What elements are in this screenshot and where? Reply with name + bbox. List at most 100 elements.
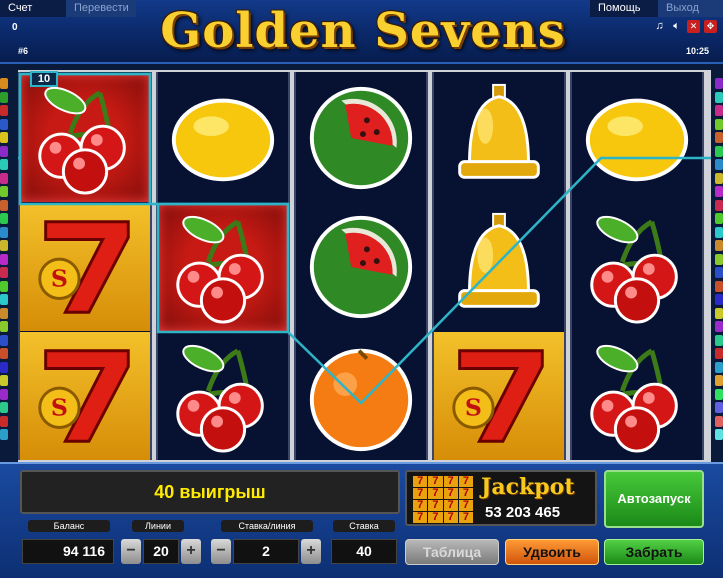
balance-label: Баланс [28, 520, 110, 532]
svg-text:S: S [465, 394, 482, 422]
line-marker [715, 199, 723, 211]
line-marker [0, 361, 8, 373]
lines-label: Линии [132, 520, 184, 532]
left-line-markers [0, 78, 8, 443]
symbol-lemon [158, 74, 288, 202]
line-marker [0, 388, 8, 400]
line-marker [715, 280, 723, 292]
tab-transfer[interactable]: Перевести [66, 0, 136, 17]
line-marker [715, 118, 723, 130]
tab-account[interactable]: Счет [0, 0, 66, 17]
balance-value: 94 116 [22, 539, 114, 564]
symbol-seven: S [20, 203, 150, 331]
svg-text:S: S [51, 265, 68, 293]
line-marker [715, 132, 723, 143]
reels-area: S S S 10 [18, 70, 711, 462]
top-bar: Счет Перевести Помощь Выход 0 #6 Golden … [0, 0, 723, 64]
symbol-cherry [572, 203, 702, 331]
line-marker [715, 321, 723, 332]
line-marker [715, 105, 723, 116]
clock: 10:25 [686, 46, 710, 56]
symbol-lemon [572, 74, 702, 202]
sound-icon[interactable]: 🔈︎ [670, 20, 683, 33]
line-marker [0, 186, 8, 197]
line-marker [715, 294, 723, 305]
line-marker [0, 105, 8, 116]
jackpot-title: Jackpot [481, 474, 575, 500]
line-marker [0, 415, 8, 427]
line-marker [0, 159, 8, 170]
line-marker [715, 388, 723, 400]
line-marker [0, 334, 8, 346]
lines-value: 20 [143, 539, 179, 564]
symbol-cherry [572, 332, 702, 460]
fullscreen-icon[interactable]: ✥ [704, 20, 717, 33]
lines-plus-button[interactable]: + [181, 539, 201, 564]
bet-line-label: Ставка/линия [221, 520, 313, 532]
line-marker [0, 91, 8, 103]
reel-1: S S [18, 72, 152, 460]
line-marker [0, 199, 8, 211]
line-marker [715, 145, 723, 157]
game-title: Golden Sevens [160, 3, 566, 59]
settings-icon[interactable]: ✕ [687, 20, 700, 33]
line-marker [715, 226, 723, 238]
symbol-orange [296, 332, 426, 460]
line-marker [0, 226, 8, 238]
line-marker [0, 267, 8, 278]
symbol-cherry [20, 74, 150, 202]
line-marker [0, 118, 8, 130]
reel-4: S [432, 72, 566, 460]
paytable-button[interactable]: Таблица [405, 539, 499, 565]
line-marker [0, 321, 8, 332]
symbol-cherry [158, 203, 288, 331]
line-marker [0, 253, 8, 265]
tab-help[interactable]: Помощь [590, 0, 658, 17]
line-marker [715, 213, 723, 224]
symbol-seven: S [434, 332, 564, 460]
line-marker [0, 213, 8, 224]
symbol-watermelon [296, 74, 426, 202]
line-marker [715, 172, 723, 184]
line-marker [715, 307, 723, 319]
line-marker [715, 240, 723, 251]
reel-2 [156, 72, 290, 460]
jackpot-sevens-icon: 7777 7777 7777 7777 [413, 476, 473, 523]
line-marker [0, 240, 8, 251]
line-marker [0, 307, 8, 319]
line-marker [0, 375, 8, 386]
bet-line-plus-button[interactable]: + [301, 539, 321, 564]
music-icon[interactable]: ♫ [653, 20, 666, 33]
right-line-markers [715, 78, 723, 443]
tab-exit[interactable]: Выход [658, 0, 723, 17]
game-number: #6 [18, 46, 29, 56]
win-line-badge: 10 [30, 71, 58, 87]
line-marker [715, 361, 723, 373]
double-button[interactable]: Удвоить [505, 539, 599, 565]
line-marker [715, 375, 723, 386]
autostart-button[interactable]: Автозапуск [604, 470, 704, 528]
line-marker [715, 78, 723, 89]
line-marker [0, 172, 8, 184]
line-marker [715, 348, 723, 359]
line-marker [715, 415, 723, 427]
line-marker [715, 429, 723, 440]
line-marker [715, 159, 723, 170]
symbol-cherry [158, 332, 288, 460]
line-marker [715, 253, 723, 265]
line-marker [715, 267, 723, 278]
line-marker [0, 78, 8, 89]
line-marker [0, 145, 8, 157]
lines-minus-button[interactable]: − [121, 539, 141, 564]
line-marker [0, 294, 8, 305]
symbol-bell [434, 74, 564, 202]
symbol-seven: S [20, 332, 150, 460]
bet-line-minus-button[interactable]: − [211, 539, 231, 564]
line-marker [715, 186, 723, 197]
take-win-button[interactable]: Забрать [604, 539, 704, 565]
symbol-bell [434, 203, 564, 331]
line-marker [715, 91, 723, 103]
line-marker [0, 402, 8, 413]
win-message: 40 выигрыш [20, 470, 400, 514]
bet-label: Ставка [333, 520, 395, 532]
